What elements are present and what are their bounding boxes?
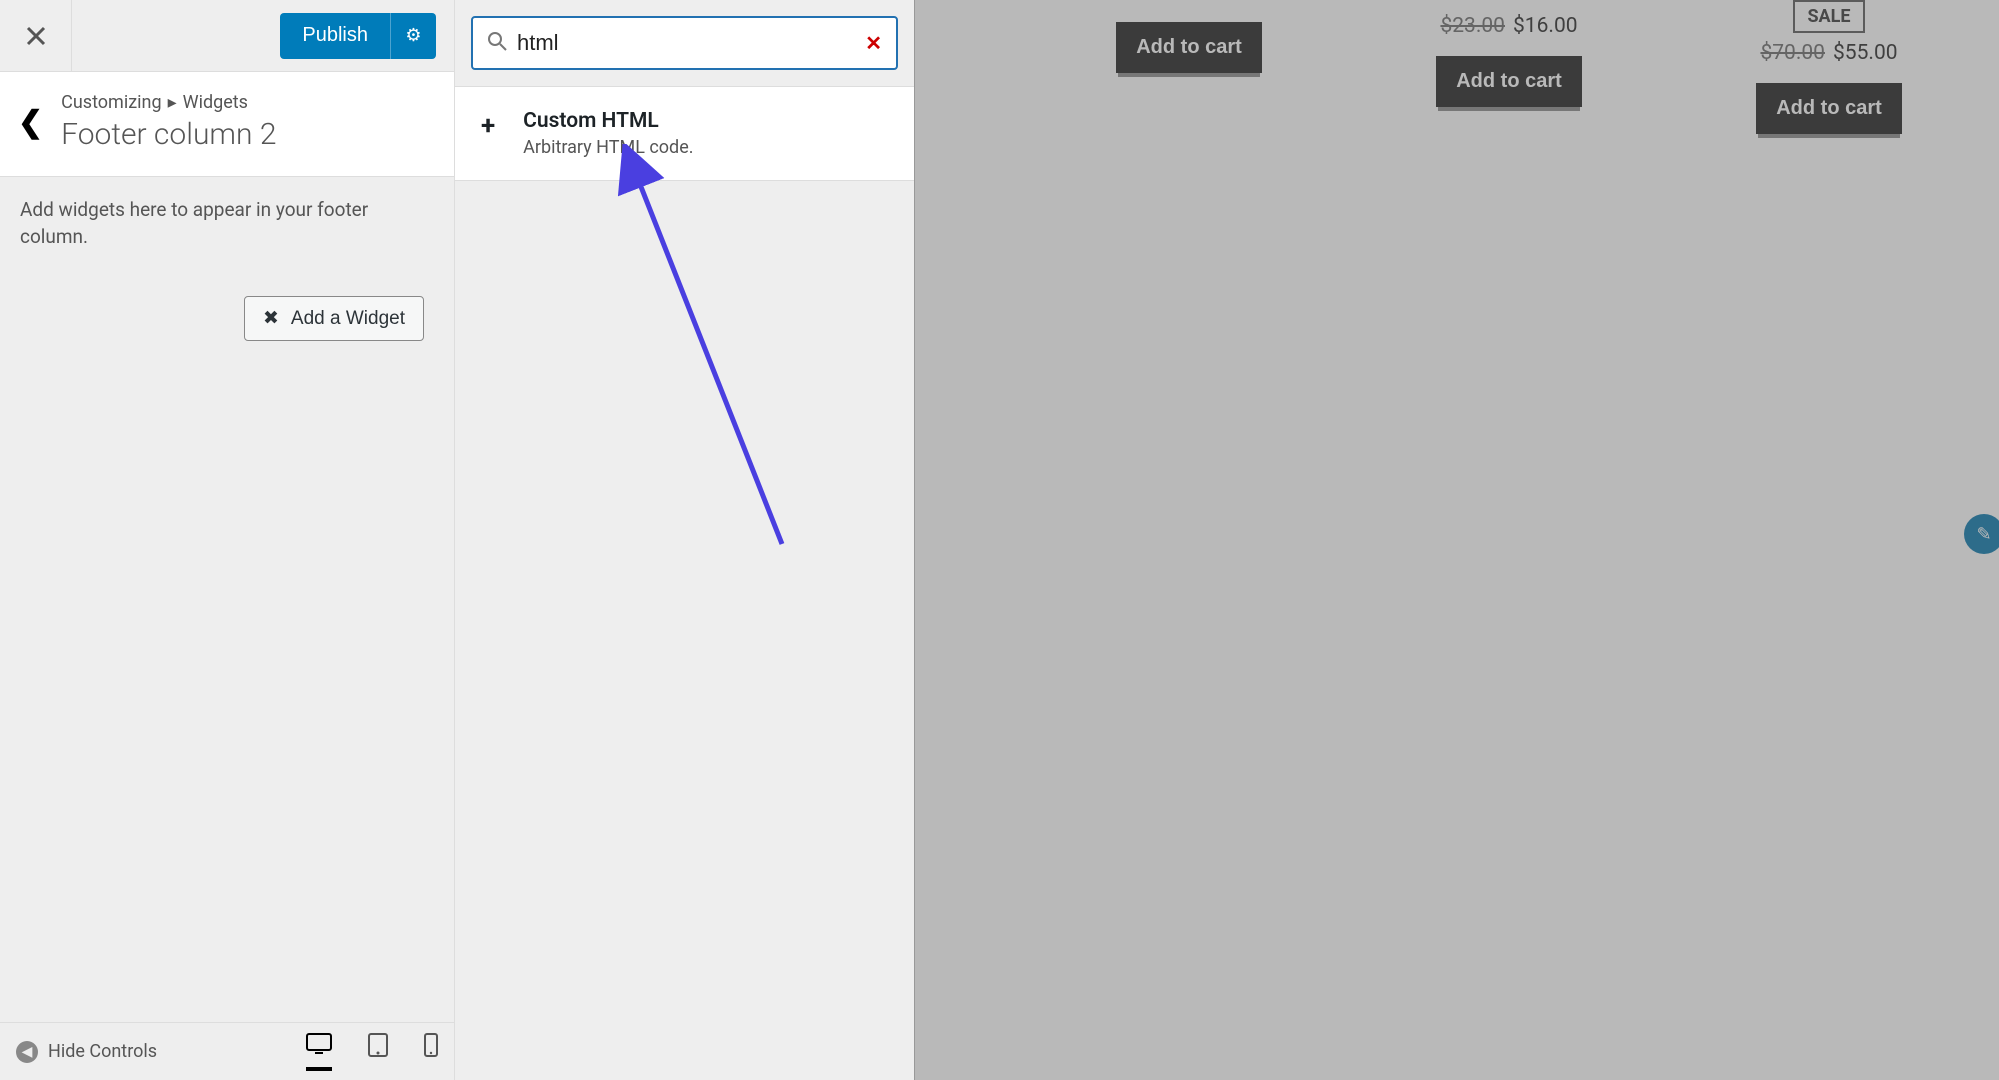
close-icon: ✖: [263, 307, 279, 330]
device-mobile-button[interactable]: [424, 1033, 438, 1071]
device-tablet-button[interactable]: [368, 1033, 388, 1071]
device-desktop-button[interactable]: [306, 1033, 332, 1071]
site-preview: Add to cart $23.00$16.00 Add to cart SAL…: [915, 0, 1999, 1080]
widget-search-input[interactable]: [517, 30, 865, 56]
hide-controls-button[interactable]: ◀ Hide Controls: [16, 1041, 157, 1063]
publish-settings-button[interactable]: ⚙: [390, 13, 436, 59]
clear-search-button[interactable]: ✕: [865, 31, 882, 55]
close-customizer-button[interactable]: [0, 0, 72, 72]
chevron-left-circle-icon: ◀: [16, 1041, 38, 1063]
plus-icon: +: [481, 111, 495, 141]
search-icon: [487, 31, 507, 56]
customizer-sidebar: Publish ⚙ ❮ Customizing▸Widgets Footer c…: [0, 0, 455, 1080]
sidebar-top-bar: Publish ⚙: [0, 0, 454, 72]
section-title: Footer column 2: [61, 117, 276, 152]
customizer-breadcrumb: ❮ Customizing▸Widgets Footer column 2: [0, 72, 454, 177]
customizer-footer: ◀ Hide Controls: [0, 1022, 454, 1080]
widget-result-title: Custom HTML: [523, 109, 693, 133]
widget-result-description: Arbitrary HTML code.: [523, 137, 693, 158]
widget-result-custom-html[interactable]: + Custom HTML Arbitrary HTML code.: [455, 86, 914, 181]
gear-icon: ⚙: [405, 25, 421, 46]
add-widget-button[interactable]: ✖ Add a Widget: [244, 296, 424, 341]
preview-dim-overlay: [915, 0, 1999, 1080]
breadcrumb-path: Customizing▸Widgets: [61, 92, 276, 113]
widget-search-panel: ✕ + Custom HTML Arbitrary HTML code.: [455, 0, 915, 1080]
back-button[interactable]: ❮: [18, 105, 43, 140]
widgets-help-text: Add widgets here to appear in your foote…: [20, 197, 434, 250]
widget-search-box: ✕: [471, 16, 898, 70]
publish-button[interactable]: Publish: [280, 13, 390, 59]
